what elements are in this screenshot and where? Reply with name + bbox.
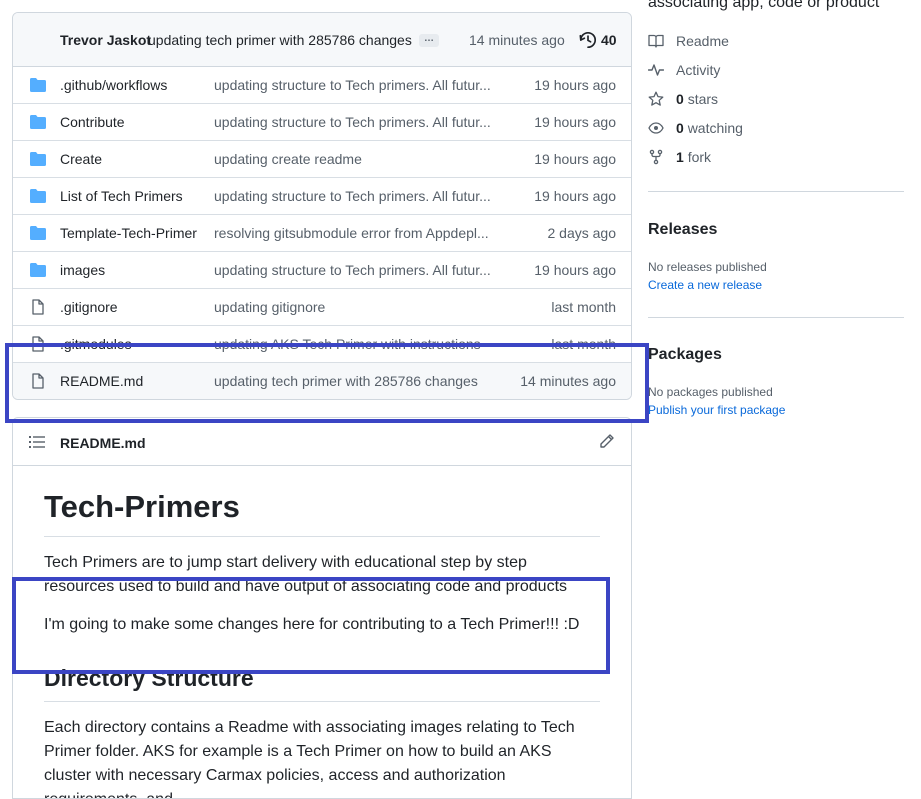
folder-icon xyxy=(30,263,46,277)
file-name-link[interactable]: Contribute xyxy=(60,114,125,130)
activity-link[interactable]: Activity xyxy=(648,62,720,78)
folder-icon xyxy=(30,115,46,129)
fork-count: 1 xyxy=(676,149,684,165)
file-row-gitignore[interactable]: .gitignore updating gitignore last month xyxy=(13,289,631,326)
packages-heading-link[interactable]: Packages xyxy=(648,346,722,364)
file-name-link[interactable]: List of Tech Primers xyxy=(60,188,183,204)
annotation-box-readme-change xyxy=(12,577,610,674)
watching-count: 0 xyxy=(676,120,684,136)
publish-package-link[interactable]: Publish your first package xyxy=(648,403,785,417)
annotation-box-readme-row xyxy=(5,343,649,423)
pencil-icon[interactable] xyxy=(599,433,615,449)
file-name-link[interactable]: Template-Tech-Primer xyxy=(60,225,197,241)
readme-paragraph: Each directory contains a Readme with as… xyxy=(44,719,575,798)
file-row-list-of-tech-primers[interactable]: List of Tech Primers updating structure … xyxy=(13,178,631,215)
file-row-template-tech-primer[interactable]: Template-Tech-Primer resolving gitsubmod… xyxy=(13,215,631,252)
file-row-github-workflows[interactable]: .github/workflows updating structure to … xyxy=(13,67,631,104)
releases-heading-link[interactable]: Releases xyxy=(648,221,717,239)
watching-link[interactable]: 0 watching xyxy=(648,120,743,136)
history-link[interactable]: 40 xyxy=(579,31,617,49)
fork-label: fork xyxy=(687,149,712,165)
file-name-link[interactable]: .github/workflows xyxy=(60,77,167,93)
file-time: 19 hours ago xyxy=(534,151,616,167)
commit-count: 40 xyxy=(601,32,617,48)
pulse-icon xyxy=(648,64,664,76)
file-name-link[interactable]: Create xyxy=(60,151,102,167)
readme-heading: Tech-Primers xyxy=(44,488,600,537)
file-row-contribute[interactable]: Contribute updating structure to Tech pr… xyxy=(13,104,631,141)
star-icon xyxy=(648,91,664,106)
book-icon xyxy=(648,34,664,48)
file-time: 19 hours ago xyxy=(534,262,616,278)
readme-link-label: Readme xyxy=(676,33,729,49)
no-releases-text: No releases published xyxy=(648,260,767,274)
file-icon xyxy=(32,299,44,315)
folder-icon xyxy=(30,189,46,203)
file-time: last month xyxy=(551,299,616,315)
list-icon[interactable] xyxy=(29,435,45,449)
file-commit-message[interactable]: updating structure to Tech primers. All … xyxy=(214,114,496,130)
folder-icon xyxy=(30,152,46,166)
readme-link[interactable]: Readme xyxy=(648,33,729,49)
history-icon xyxy=(579,31,597,49)
file-commit-message[interactable]: updating structure to Tech primers. All … xyxy=(214,262,496,278)
file-commit-message[interactable]: resolving gitsubmodule error from Appdep… xyxy=(214,225,496,241)
sidebar-divider xyxy=(648,191,904,192)
create-release-link[interactable]: Create a new release xyxy=(648,278,762,292)
commit-author-link[interactable]: Trevor Jaskot xyxy=(60,32,151,48)
fork-link[interactable]: 1 fork xyxy=(648,149,711,165)
commit-time: 14 minutes ago xyxy=(469,32,565,48)
fork-icon xyxy=(649,149,663,165)
no-packages-text: No packages published xyxy=(648,385,773,399)
file-name-link[interactable]: .gitignore xyxy=(60,299,118,315)
file-commit-message[interactable]: updating gitignore xyxy=(214,299,496,315)
file-browser: Trevor Jaskot updating tech primer with … xyxy=(12,12,632,400)
file-name-link[interactable]: images xyxy=(60,262,105,278)
file-row-create[interactable]: Create updating create readme 19 hours a… xyxy=(13,141,631,178)
file-commit-message[interactable]: updating structure to Tech primers. All … xyxy=(214,77,496,93)
file-time: 19 hours ago xyxy=(534,114,616,130)
stars-label: stars xyxy=(687,91,719,107)
eye-icon xyxy=(648,122,664,134)
readme-title-link[interactable]: README.md xyxy=(60,435,146,451)
file-time: 19 hours ago xyxy=(534,77,616,93)
stars-link[interactable]: 0 stars xyxy=(648,91,718,107)
activity-link-label: Activity xyxy=(676,62,721,78)
about-description: associating app, code or product xyxy=(648,0,880,11)
folder-icon xyxy=(30,226,46,240)
commit-expand-button[interactable]: … xyxy=(419,34,439,47)
file-time: 2 days ago xyxy=(547,225,617,241)
folder-icon xyxy=(30,78,46,92)
file-time: 19 hours ago xyxy=(534,188,616,204)
file-commit-message[interactable]: updating create readme xyxy=(214,151,496,167)
file-commit-message[interactable]: updating structure to Tech primers. All … xyxy=(214,188,496,204)
watching-label: watching xyxy=(687,120,743,136)
stars-count: 0 xyxy=(676,91,684,107)
file-row-images[interactable]: images updating structure to Tech primer… xyxy=(13,252,631,289)
readme-header: README.md xyxy=(13,418,631,466)
latest-commit-bar: Trevor Jaskot updating tech primer with … xyxy=(13,13,631,67)
commit-message-link[interactable]: updating tech primer with 285786 changes xyxy=(148,32,412,48)
sidebar-divider xyxy=(648,317,904,318)
